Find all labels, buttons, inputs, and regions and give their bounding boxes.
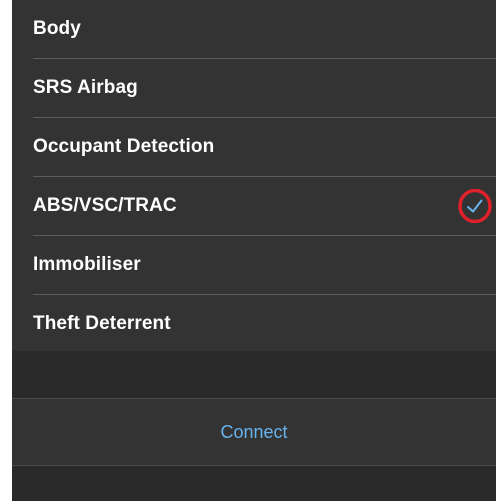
list-item-occupant-detection[interactable]: Occupant Detection <box>12 118 496 176</box>
section-gap <box>12 351 496 398</box>
list-item-label: Theft Deterrent <box>33 313 171 334</box>
list-item-label: Immobiliser <box>33 254 141 275</box>
list-item-label: SRS Airbag <box>33 77 138 98</box>
list-item-label: ABS/VSC/TRAC <box>33 195 177 216</box>
list-item-label: Body <box>33 18 81 39</box>
list-item-theft-deterrent[interactable]: Theft Deterrent <box>12 295 496 353</box>
list-item-body[interactable]: Body <box>12 0 496 58</box>
connect-button[interactable]: Connect <box>12 399 496 465</box>
list-item-srs-airbag[interactable]: SRS Airbag <box>12 59 496 117</box>
checkmark-icon <box>458 189 492 223</box>
list-item-immobiliser[interactable]: Immobiliser <box>12 236 496 294</box>
ecu-list: Body SRS Airbag Occupant Detection ABS/V… <box>12 0 496 351</box>
action-sheet: Body SRS Airbag Occupant Detection ABS/V… <box>12 0 496 501</box>
bottom-area <box>12 466 496 501</box>
list-item-abs-vsc-trac[interactable]: ABS/VSC/TRAC <box>12 177 496 235</box>
list-item-label: Occupant Detection <box>33 136 215 157</box>
annotation-circle <box>458 189 492 223</box>
